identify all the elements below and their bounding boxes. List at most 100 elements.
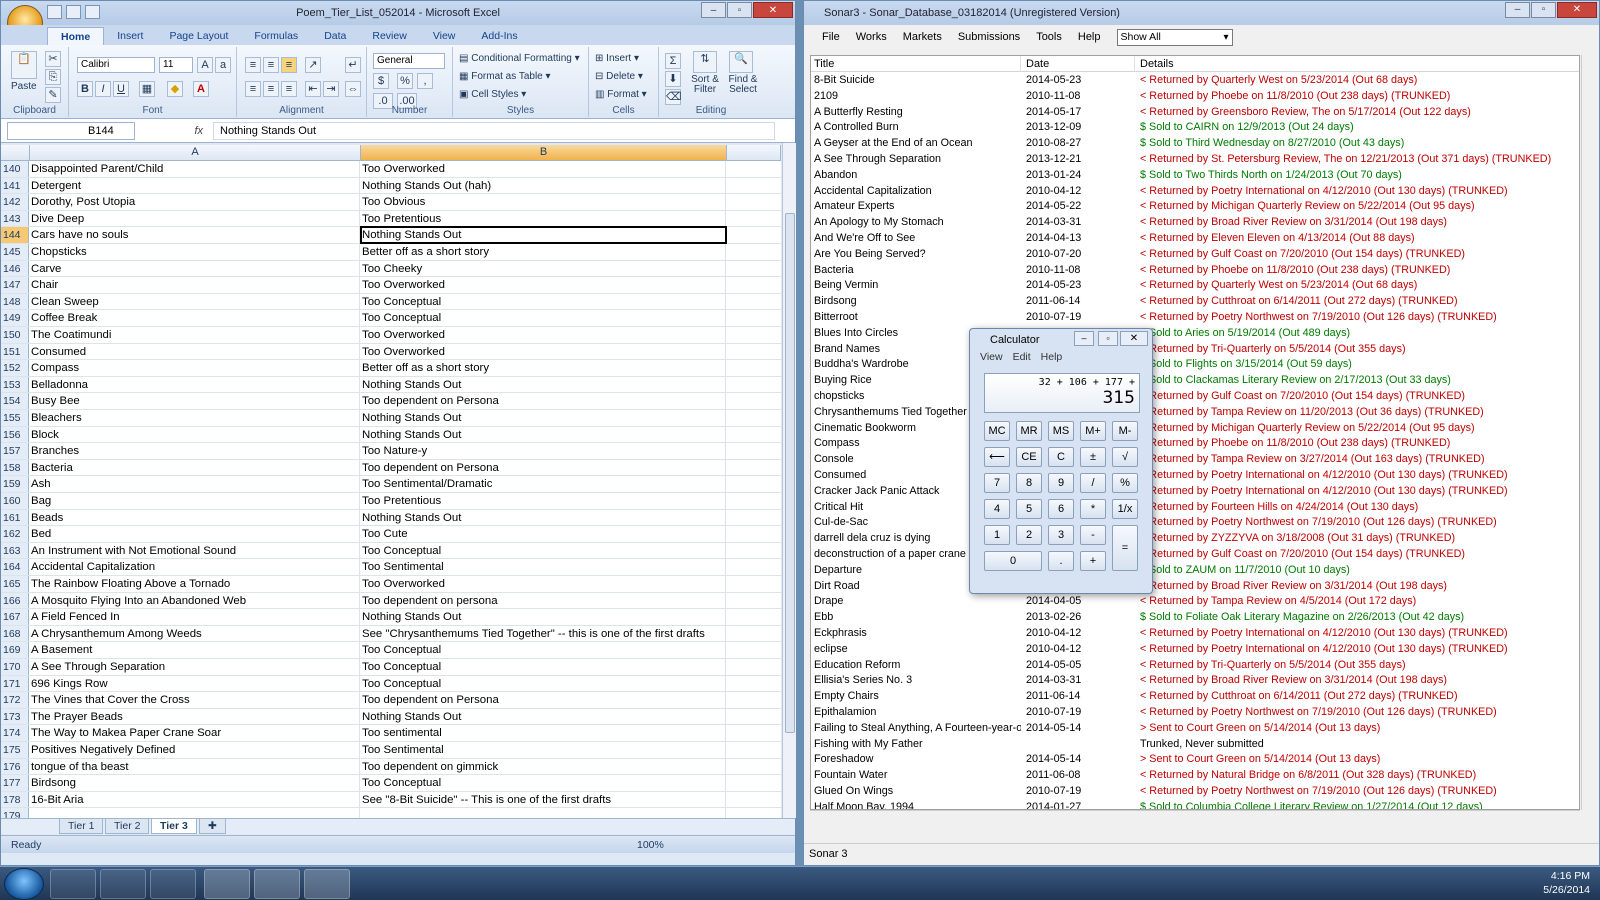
list-item[interactable]: 2109 2010-11-08 < Returned by Phoebe on 11… xyxy=(811,89,1579,105)
row-number[interactable]: 163 xyxy=(1,542,29,559)
cell-b[interactable]: Better off as a short story xyxy=(361,244,726,260)
cell-a[interactable]: The Prayer Beads xyxy=(30,708,360,725)
cell-a[interactable]: Detergent xyxy=(30,177,360,194)
calc-key-r5-1[interactable]: 2 xyxy=(1016,525,1042,545)
font-color-icon[interactable]: A xyxy=(193,81,209,97)
list-item[interactable]: A See Through Separation 2013-12-21 < Retu… xyxy=(811,152,1579,168)
zoom-level[interactable]: 100% xyxy=(637,836,664,854)
currency-icon[interactable]: $ xyxy=(373,73,389,89)
cell-c[interactable] xyxy=(727,709,781,725)
cell-c[interactable] xyxy=(727,526,781,542)
cell-a[interactable] xyxy=(30,808,360,818)
bold-icon[interactable]: B xyxy=(77,81,93,97)
font-name-combo[interactable]: Calibri xyxy=(77,57,155,73)
underline-icon[interactable]: U xyxy=(113,81,129,97)
row-number[interactable]: 140 xyxy=(1,161,29,177)
calc-menu-view[interactable]: View xyxy=(980,351,1003,367)
close-button[interactable]: ✕ xyxy=(1120,331,1148,346)
cell-b[interactable]: Too Overworked xyxy=(361,277,726,293)
cell-c[interactable] xyxy=(727,792,781,808)
calc-key-r3-4[interactable]: % xyxy=(1112,473,1138,493)
cell-a[interactable]: Compass xyxy=(30,360,360,376)
row-number[interactable]: 166 xyxy=(1,592,29,609)
list-item[interactable]: 8-Bit Suicide 2014-05-23 < Returned by Qua… xyxy=(811,73,1579,89)
cell-b[interactable]: Too Conceptual xyxy=(361,775,726,791)
column-details[interactable]: Details xyxy=(1137,56,1579,72)
list-item[interactable]: Brand Names < Returned by Tri-Quarterly o… xyxy=(811,342,1579,358)
cell-b[interactable]: Too Overworked xyxy=(361,327,726,343)
cell-c[interactable] xyxy=(727,642,781,658)
list-item[interactable]: Cinematic Bookworm < Returned by Michigan… xyxy=(811,421,1579,437)
cell-b[interactable]: Nothing Stands Out (hah) xyxy=(361,177,726,194)
tab-view[interactable]: View xyxy=(420,27,469,45)
calc-key-mem-4[interactable]: M- xyxy=(1112,421,1138,441)
sheet-tab-tier-3[interactable]: Tier 3 xyxy=(151,819,197,834)
increase-indent-icon[interactable]: ⇥ xyxy=(323,81,339,97)
maximize-button[interactable]: ▫ xyxy=(1531,2,1556,18)
redo-icon[interactable] xyxy=(85,5,100,19)
maximize-button[interactable]: ▫ xyxy=(1098,331,1118,346)
cell-b[interactable]: Too Cheeky xyxy=(361,260,726,277)
cell-a[interactable]: 696 Kings Row xyxy=(30,675,360,692)
cell-a[interactable]: Consumed xyxy=(30,343,360,360)
cell-c[interactable] xyxy=(727,659,781,675)
cell-a[interactable]: A See Through Separation xyxy=(30,659,360,675)
cell-c[interactable] xyxy=(727,377,781,393)
cell-b[interactable]: Too Obvious xyxy=(361,194,726,210)
cell-c[interactable] xyxy=(727,194,781,210)
column-header-b[interactable]: B xyxy=(361,145,727,161)
column-date[interactable]: Date xyxy=(1023,56,1135,72)
row-number[interactable]: 150 xyxy=(1,327,29,343)
cell-b[interactable] xyxy=(361,808,726,818)
cell-a[interactable]: Coffee Break xyxy=(30,310,360,326)
security-taskbar-icon[interactable] xyxy=(150,869,196,899)
list-item[interactable]: Console < Returned by Tampa Review on 3/2… xyxy=(811,452,1579,468)
list-item[interactable]: Critical Hit < Returned by Fourteen Hills… xyxy=(811,500,1579,516)
cell-b[interactable]: Nothing Stands Out xyxy=(361,609,726,625)
cell-c[interactable] xyxy=(727,344,781,360)
row-number[interactable]: 142 xyxy=(1,194,29,210)
cell-a[interactable]: Bag xyxy=(30,493,360,509)
cell-a[interactable]: Clean Sweep xyxy=(30,293,360,310)
cell-b[interactable]: Too Conceptual xyxy=(361,642,726,658)
list-item[interactable]: Education Reform 2014-05-05 < Returned by … xyxy=(811,658,1579,674)
start-button[interactable] xyxy=(4,868,44,900)
sonar-vertical-scrollbar[interactable] xyxy=(1581,55,1595,810)
cell-c[interactable] xyxy=(727,576,781,592)
list-item[interactable]: Bacteria 2010-11-08 < Returned by Phoebe o… xyxy=(811,263,1579,279)
cell-b[interactable]: Too Nature-y xyxy=(361,443,726,459)
calc-menu-help[interactable]: Help xyxy=(1041,351,1063,367)
tab-data[interactable]: Data xyxy=(311,27,359,45)
cell-b[interactable]: See "Chrysanthemums Tied Together" -- th… xyxy=(361,625,726,642)
cell-c[interactable] xyxy=(727,410,781,426)
fx-icon[interactable]: fx xyxy=(141,122,207,140)
list-item[interactable]: Ellisia's Series No. 3 2014-03-31 < Return… xyxy=(811,673,1579,689)
cell-b[interactable]: Too dependent on Persona xyxy=(361,393,726,409)
cell-b[interactable]: Too dependent on gimmick xyxy=(361,758,726,775)
cell-c[interactable] xyxy=(727,725,781,741)
menu-file[interactable]: File xyxy=(814,31,848,43)
cell-a[interactable]: Carve xyxy=(30,260,360,277)
name-box[interactable]: B144 xyxy=(7,122,135,140)
list-item[interactable]: Cracker Jack Panic Attack < Returned by P… xyxy=(811,484,1579,500)
calc-key-r5-2[interactable]: 3 xyxy=(1048,525,1074,545)
cell-b[interactable]: Too Conceptual xyxy=(361,659,726,675)
cell-a[interactable]: Chopsticks xyxy=(30,244,360,260)
list-item[interactable]: Epithalamion 2010-07-19 < Returned by Poet… xyxy=(811,705,1579,721)
system-tray-clock[interactable]: 4:16 PM 5/26/2014 xyxy=(1543,869,1590,897)
maximize-button[interactable]: ▫ xyxy=(727,2,752,18)
cell-a[interactable]: Branches xyxy=(30,443,360,459)
cell-a[interactable]: Beads xyxy=(30,509,360,526)
filter-select[interactable]: Show All xyxy=(1116,28,1233,46)
list-item[interactable]: Buying Rice $ Sold to Clackamas Literary … xyxy=(811,373,1579,389)
cell-b[interactable]: Too Overworked xyxy=(361,343,726,360)
cell-b[interactable]: Nothing Stands Out xyxy=(361,376,726,393)
cell-b[interactable]: Better off as a short story xyxy=(361,360,726,376)
row-number[interactable]: 147 xyxy=(1,277,29,293)
list-item[interactable]: Abandon 2013-01-24 $ Sold to Two Thirds No… xyxy=(811,168,1579,184)
list-item[interactable]: And We're Off to See 2014-04-13 < Returned… xyxy=(811,231,1579,247)
list-item[interactable]: Are You Being Served? 2010-07-20 < Returne… xyxy=(811,247,1579,263)
cell-c[interactable] xyxy=(727,211,781,227)
delete-cells-button[interactable]: ⊟ Delete ▾ xyxy=(595,71,643,82)
cell-c[interactable] xyxy=(727,775,781,791)
